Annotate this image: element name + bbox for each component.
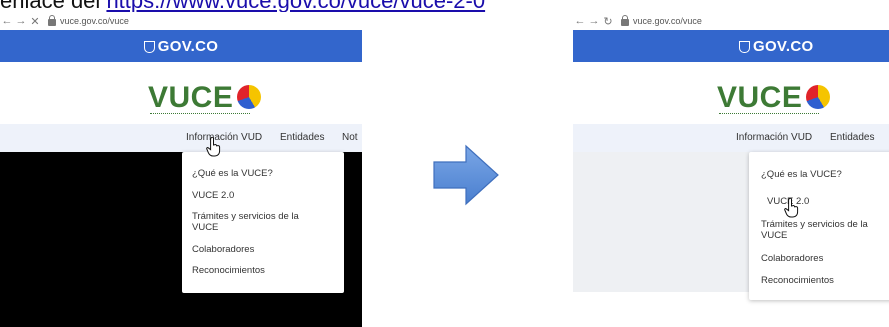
browser-toolbar: ← → ✕ vuce.gov.co/vuce	[0, 12, 362, 30]
back-arrow-icon[interactable]: ←	[573, 15, 587, 27]
lock-icon	[621, 14, 629, 26]
right-screenshot: ← → ↻ vuce.gov.co/vuce GOV.CO VUCE Infor…	[573, 12, 889, 327]
browser-toolbar: ← → ↻ vuce.gov.co/vuce	[573, 12, 889, 30]
main-menu: Información VUD Entidades	[573, 124, 889, 152]
dropdown-menu: ¿Qué es la VUCE? VUCE 2.0 Trámites y ser…	[749, 152, 889, 300]
vuce-ball-icon	[237, 85, 262, 109]
menu-item-informacion-vud[interactable]: Información VUD	[186, 132, 262, 143]
caption-link[interactable]: https://www.vuce.gov.co/vuce/vuce-2-0	[106, 0, 485, 12]
dropdown-item-que-es-vuce[interactable]: ¿Qué es la VUCE?	[749, 169, 889, 180]
dropdown-item-vuce-2-0[interactable]: VUCE 2.0	[749, 196, 889, 207]
caption-line: enlace del https://www.vuce.gov.co/vuce/…	[0, 0, 680, 12]
logo-row: VUCE	[573, 62, 889, 124]
dropdown-item-que-es-vuce[interactable]: ¿Qué es la VUCE?	[182, 168, 344, 179]
lock-icon	[48, 14, 56, 26]
back-arrow-icon[interactable]: ←	[0, 15, 14, 27]
vuce-ball-icon	[806, 85, 831, 109]
right-arrow-icon	[433, 144, 499, 206]
vuce-logo[interactable]: VUCE	[148, 81, 262, 114]
dropdown-item-tramites[interactable]: Trámites y servicios de la VUCE	[182, 211, 322, 233]
dropdown-item-reconocimientos[interactable]: Reconocimientos	[749, 275, 889, 286]
hand-pointer-icon	[784, 198, 799, 218]
forward-arrow-icon[interactable]: →	[587, 15, 601, 27]
gov-shield-icon	[739, 41, 750, 53]
gov-header: GOV.CO	[0, 30, 362, 62]
gov-shield-icon	[143, 41, 155, 53]
vuce-logo-text: VUCE	[717, 81, 803, 114]
dropdown-item-colaboradores[interactable]: Colaboradores	[182, 244, 344, 255]
gov-label[interactable]: GOV.CO	[753, 38, 813, 55]
dropdown-item-reconocimientos[interactable]: Reconocimientos	[182, 265, 344, 276]
menu-item-entidades[interactable]: Entidades	[280, 132, 324, 143]
gov-header: GOV.CO	[573, 30, 889, 62]
address-bar[interactable]: vuce.gov.co/vuce	[60, 16, 129, 26]
gov-label[interactable]: GOV.CO	[158, 38, 218, 55]
vuce-logo-text: VUCE	[148, 81, 234, 114]
left-screenshot: ← → ✕ vuce.gov.co/vuce GOV.CO VUCE Infor…	[0, 12, 362, 327]
dropdown-item-vuce-2-0[interactable]: VUCE 2.0	[182, 190, 344, 201]
reload-icon[interactable]: ↻	[601, 15, 615, 28]
menu-item-entidades[interactable]: Entidades	[830, 132, 874, 143]
forward-arrow-icon[interactable]: →	[14, 15, 28, 27]
address-bar[interactable]: vuce.gov.co/vuce	[633, 16, 702, 26]
vuce-tagline	[150, 113, 250, 116]
vuce-logo[interactable]: VUCE	[717, 81, 831, 114]
close-icon[interactable]: ✕	[28, 15, 42, 28]
main-menu: Información VUD Entidades Not	[0, 124, 362, 152]
dropdown-menu: ¿Qué es la VUCE? VUCE 2.0 Trámites y ser…	[182, 152, 344, 293]
dropdown-item-colaboradores[interactable]: Colaboradores	[749, 253, 889, 264]
menu-item-noticias[interactable]: Not	[342, 132, 358, 143]
hand-pointer-icon	[206, 137, 221, 157]
caption-prefix: enlace del	[0, 0, 100, 12]
logo-row: VUCE	[0, 62, 362, 124]
menu-item-informacion-vud[interactable]: Información VUD	[736, 132, 812, 143]
vuce-tagline	[719, 113, 819, 116]
dropdown-item-tramites[interactable]: Trámites y servicios de la VUCE	[749, 219, 889, 241]
